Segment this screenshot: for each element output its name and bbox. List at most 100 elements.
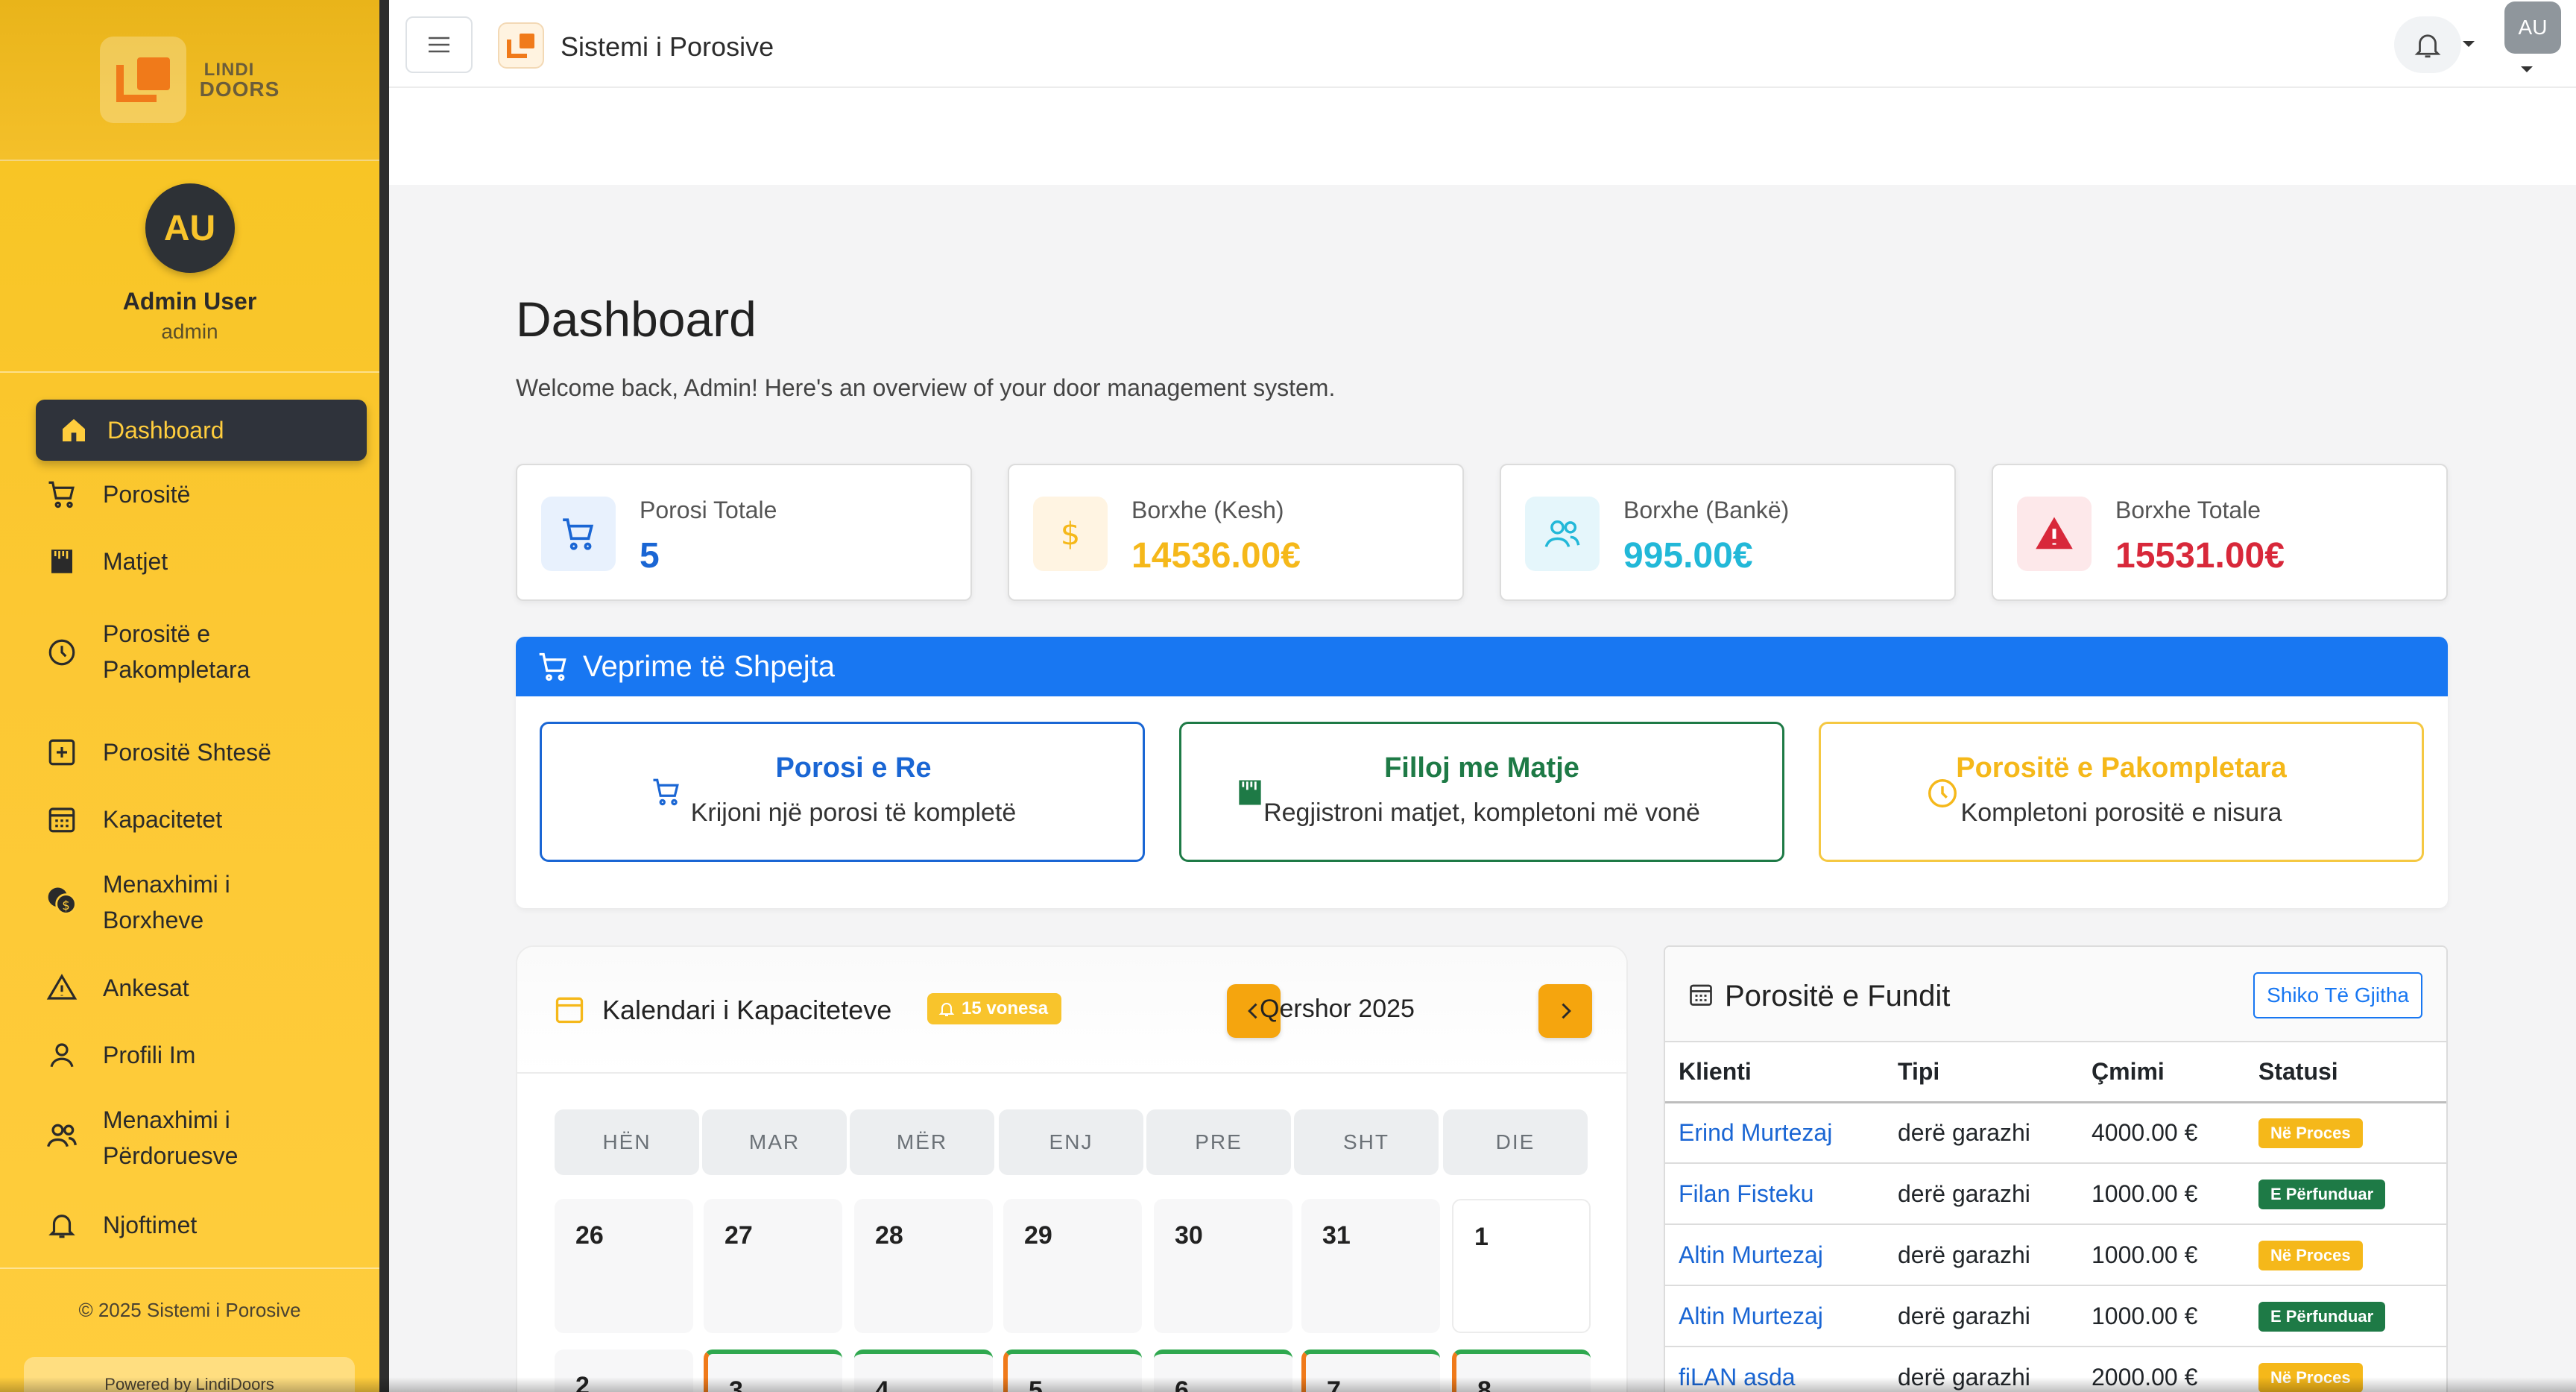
stat-card-total-orders: Porosi Totale 5: [516, 464, 972, 601]
avatar[interactable]: AU: [145, 183, 235, 273]
stat-value: 995.00€: [1623, 536, 1753, 576]
sidebar-item-borxhe[interactable]: $ Menaxhimi i Borxheve: [0, 851, 282, 938]
sidebar-logo[interactable]: LINDI DOORS: [0, 0, 379, 161]
sidebar-item-matjet[interactable]: Matjet: [0, 543, 168, 580]
sidebar-item-label: Porositë Shtesë: [103, 738, 271, 766]
user-menu-avatar[interactable]: AU: [2504, 1, 2561, 54]
table-header-row: Klienti Tipi Çmimi Statusi: [1665, 1042, 2446, 1103]
calendar-day[interactable]: 3: [704, 1350, 842, 1392]
order-price: 4000.00 €: [2078, 1102, 2245, 1164]
svg-text:$: $: [62, 898, 70, 913]
top-spacer: [389, 88, 2576, 185]
order-price: 2000.00 €: [2078, 1347, 2245, 1392]
action-subtitle: Krijoni një porosi të kompletë: [690, 799, 1017, 827]
calendar-day[interactable]: 26: [555, 1199, 693, 1333]
sidebar-item-perdoruesit[interactable]: Menaxhimi i Përdoruesve: [0, 1087, 297, 1174]
next-month-button[interactable]: [1538, 984, 1592, 1038]
sidebar-item-label: Matjet: [103, 547, 168, 575]
dollar-icon: $: [1033, 497, 1108, 571]
action-subtitle: Kompletoni porositë e nisura: [1960, 799, 2282, 827]
chevron-down-icon[interactable]: [2461, 39, 2476, 49]
app-title: Sistemi i Porosive: [561, 31, 774, 62]
sidebar-item-njoftimet[interactable]: Njoftimet: [0, 1206, 197, 1244]
sidebar-item-label: Kapacitetet: [103, 805, 223, 833]
action-subtitle: Regjistroni matjet, kompletoni më vonë: [1263, 799, 1700, 827]
chevron-down-icon[interactable]: [2519, 64, 2534, 75]
stat-label: Borxhe (Kesh): [1131, 497, 1284, 523]
sidebar-item-porosite[interactable]: Porositë: [0, 476, 190, 513]
quick-actions-panel: Veprime të Shpejta Porosi e Re Krijoni n…: [516, 637, 2448, 908]
table-row[interactable]: Altin Murtezaj derë garazhi 1000.00 € E …: [1665, 1285, 2446, 1347]
calendar-day[interactable]: 31: [1301, 1199, 1440, 1333]
sidebar-item-label: Ankesat: [103, 974, 189, 1001]
logo-text: LINDI DOORS: [199, 60, 280, 101]
sidebar-item-profili[interactable]: Profili Im: [0, 1036, 195, 1074]
action-title: Filloj me Matje: [1384, 752, 1579, 784]
start-measurement-button[interactable]: Filloj me Matje Regjistroni matjet, komp…: [1179, 722, 1784, 862]
calendar-day[interactable]: 6: [1154, 1350, 1292, 1392]
sidebar-item-label: Dashboard: [107, 416, 224, 444]
sidebar-item-label: Njoftimet: [103, 1211, 198, 1238]
user-role: admin: [161, 320, 218, 343]
calendar-day[interactable]: 8: [1452, 1350, 1591, 1392]
calendar-day[interactable]: 4: [854, 1350, 993, 1392]
stat-label: Borxhe (Bankë): [1623, 497, 1790, 523]
table-row[interactable]: Altin Murtezaj derë garazhi 1000.00 € Në…: [1665, 1224, 2446, 1286]
notifications-button[interactable]: [2394, 16, 2461, 73]
stat-label: Porosi Totale: [640, 497, 777, 523]
warning-icon: [2017, 497, 2092, 571]
plus-square-icon: [43, 734, 80, 771]
view-all-button[interactable]: Shiko Të Gjitha: [2253, 972, 2422, 1018]
client-link[interactable]: Altin Murtezaj: [1665, 1285, 1884, 1347]
sidebar-scrollbar[interactable]: [379, 0, 389, 1392]
sidebar-item-porosite-shtese[interactable]: Porositë Shtesë: [0, 734, 271, 771]
calendar-day[interactable]: 29: [1003, 1199, 1142, 1333]
top-bar: Sistemi i Porosive AU: [389, 0, 2576, 88]
calendar-day[interactable]: 5: [1003, 1350, 1142, 1392]
logo-line-2: DOORS: [199, 78, 280, 101]
sidebar-item-dashboard[interactable]: Dashboard: [36, 400, 367, 461]
client-link[interactable]: Erind Murtezaj: [1665, 1102, 1884, 1164]
sidebar-footer: © 2025 Sistemi i Porosive: [0, 1267, 379, 1322]
stat-value: 5: [640, 536, 660, 576]
stat-card-debt-bank: Borxhe (Bankë) 995.00€: [1500, 464, 1956, 601]
weekday-header: ENJ: [999, 1109, 1143, 1175]
incomplete-orders-button[interactable]: Porositë e Pakompletara Kompletoni poros…: [1819, 722, 2424, 862]
weekday-header: MËR: [850, 1109, 994, 1175]
sidebar-item-kapacitetet[interactable]: Kapacitetet: [0, 801, 222, 838]
app-logo-icon: [498, 22, 544, 69]
svg-text:$: $: [1061, 516, 1081, 552]
sidebar-user: AU Admin User admin: [0, 161, 379, 373]
recent-orders-header: Porositë e Fundit Shiko Të Gjitha: [1665, 947, 2446, 1042]
table-row[interactable]: fiLAN asda derë garazhi 2000.00 € Në Pro…: [1665, 1347, 2446, 1392]
user-name: Admin User: [122, 288, 257, 315]
table-row[interactable]: Filan Fisteku derë garazhi 1000.00 € E P…: [1665, 1163, 2446, 1225]
home-icon: [55, 412, 92, 449]
chevron-right-icon: [1562, 1003, 1571, 1019]
calendar-day[interactable]: 30: [1154, 1199, 1292, 1333]
order-type: derë garazhi: [1884, 1102, 2078, 1164]
order-type: derë garazhi: [1884, 1224, 2078, 1286]
sidebar-item-porosite-pakompletara[interactable]: Porositë e Pakompletara: [0, 616, 297, 687]
new-order-button[interactable]: Porosi e Re Krijoni një porosi të komple…: [540, 722, 1145, 862]
calendar-day[interactable]: 7: [1301, 1350, 1440, 1392]
calendar-day[interactable]: 28: [854, 1199, 993, 1333]
weekday-header: PRE: [1146, 1109, 1291, 1175]
client-link[interactable]: fiLAN asda: [1665, 1347, 1884, 1392]
logo-icon: [99, 37, 186, 123]
table-row[interactable]: Erind Murtezaj derë garazhi 4000.00 € Në…: [1665, 1102, 2446, 1164]
stat-card-debt-total: Borxhe Totale 15531.00€: [1992, 464, 2448, 601]
sidebar-item-ankesat[interactable]: Ankesat: [0, 969, 189, 1007]
calendar-day[interactable]: 2: [555, 1350, 693, 1392]
quick-actions-title: Veprime të Shpejta: [583, 649, 835, 683]
sidebar-item-label: Profili Im: [103, 1041, 196, 1068]
weekday-header: DIE: [1443, 1109, 1588, 1175]
order-type: derë garazhi: [1884, 1347, 2078, 1392]
calendar-day[interactable]: 27: [704, 1199, 842, 1333]
users-icon: [43, 1117, 80, 1154]
cart-icon: [43, 476, 80, 513]
client-link[interactable]: Filan Fisteku: [1665, 1163, 1884, 1225]
menu-toggle-button[interactable]: [405, 16, 473, 73]
client-link[interactable]: Altin Murtezaj: [1665, 1224, 1884, 1286]
calendar-day[interactable]: 1: [1452, 1199, 1591, 1333]
